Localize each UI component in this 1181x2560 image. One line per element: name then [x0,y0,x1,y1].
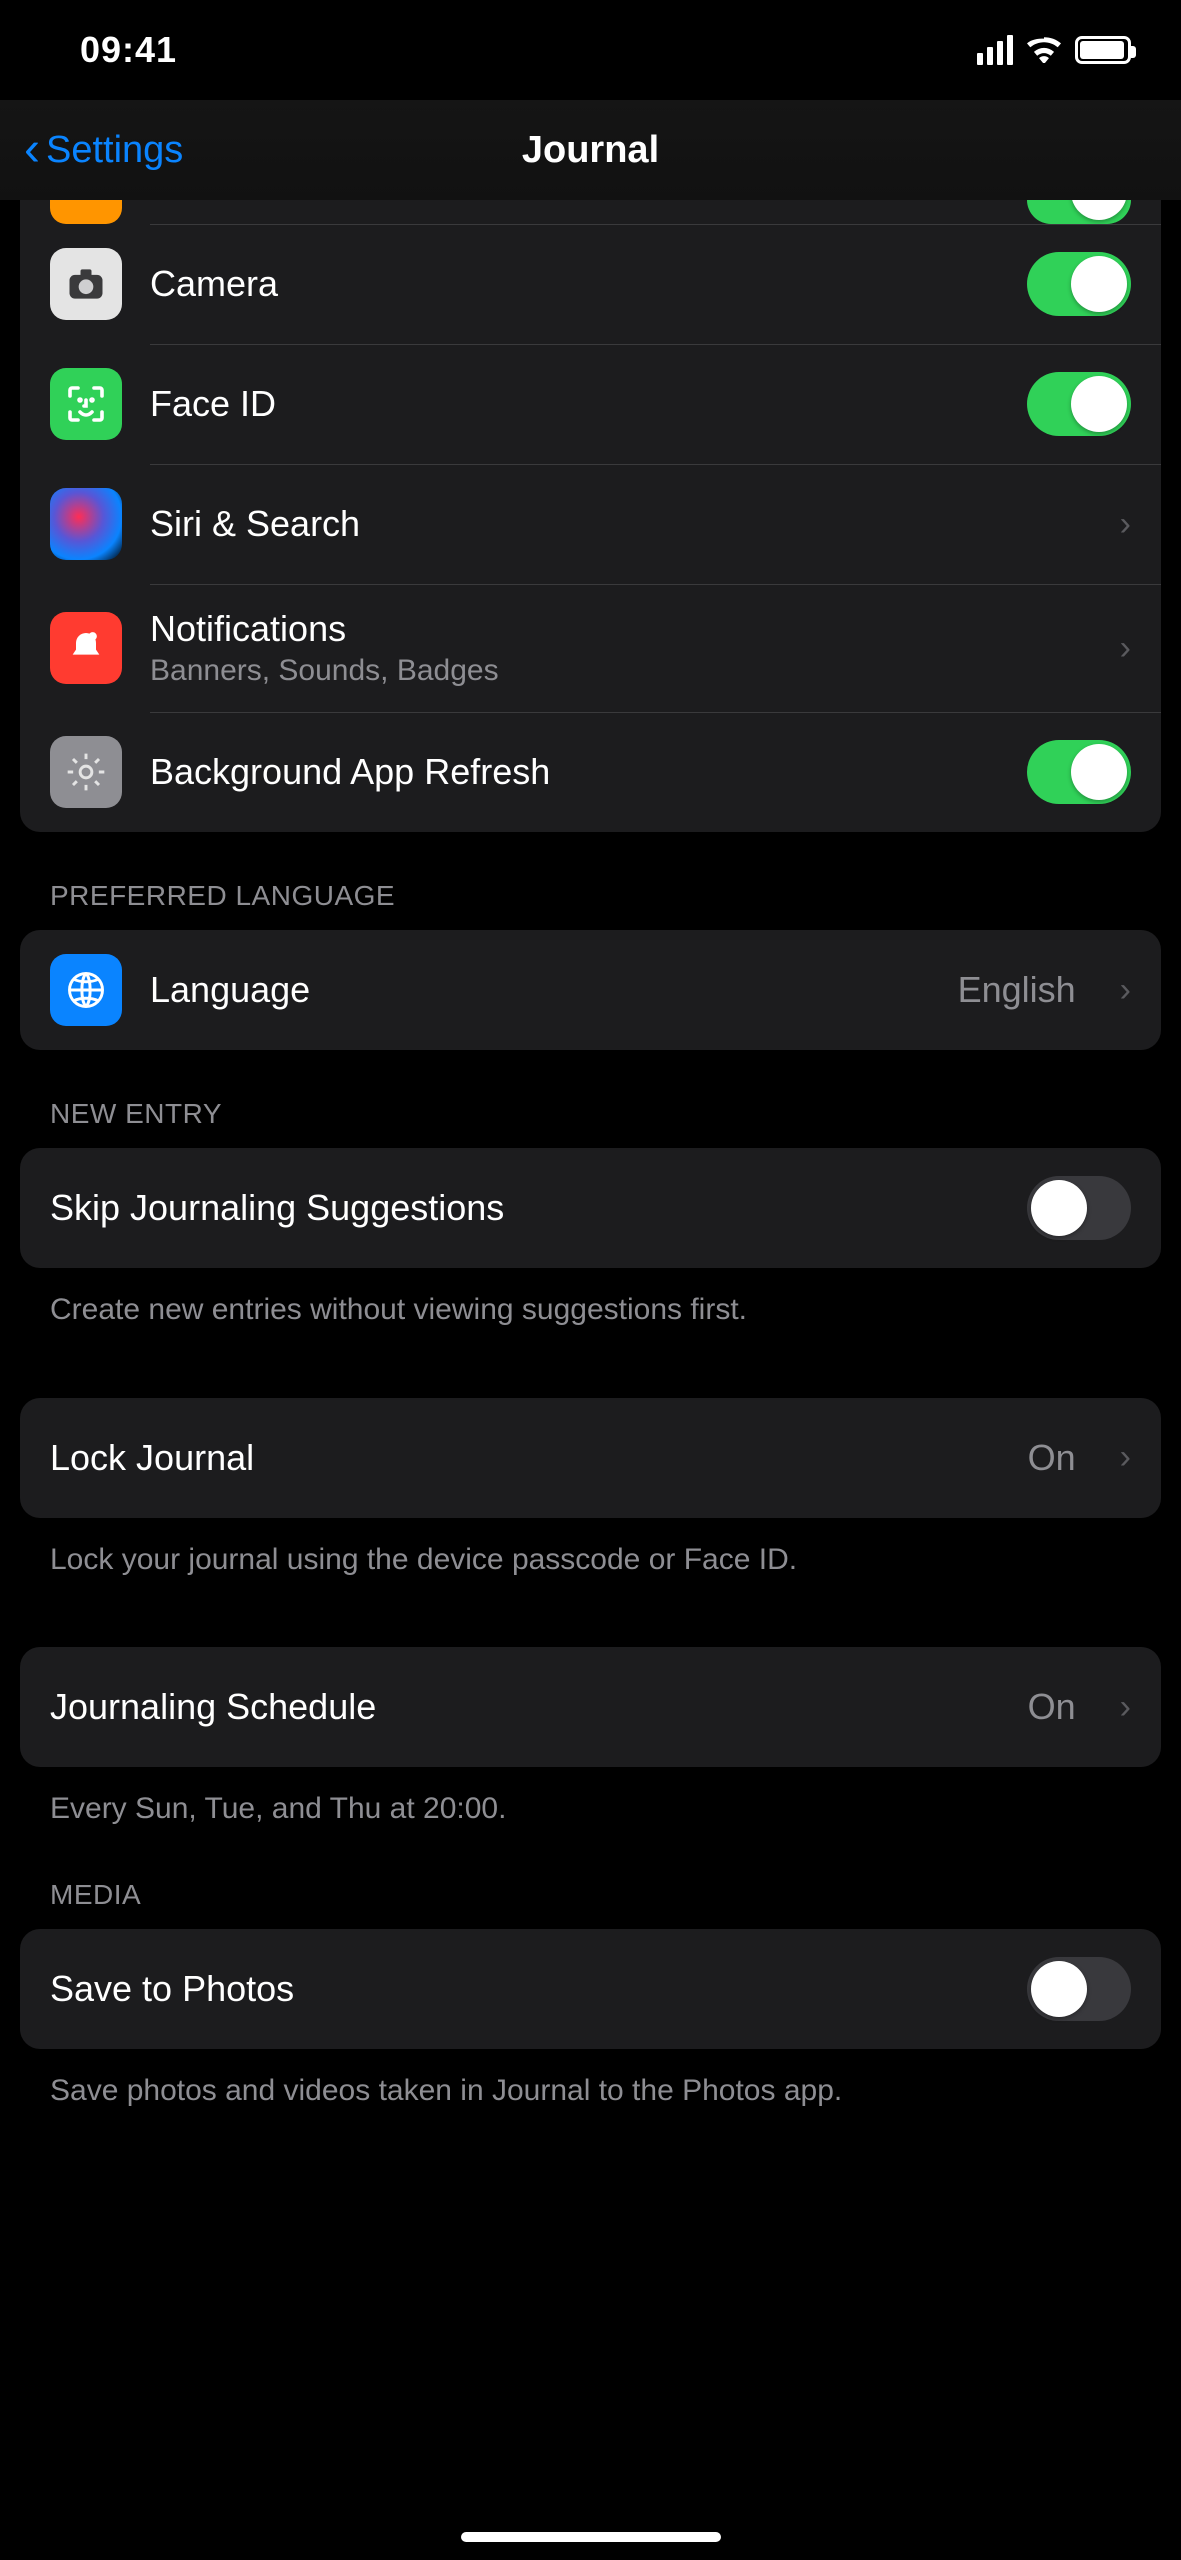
faceid-icon [50,368,122,440]
section-footer: Lock your journal using the device passc… [20,1518,1161,1582]
row-label: Camera [150,263,999,305]
faceid-toggle[interactable] [1027,372,1131,436]
row-label: Journaling Schedule [50,1686,1000,1728]
siri-icon [50,488,122,560]
row-value: On [1028,1686,1076,1728]
schedule-row[interactable]: Journaling Schedule On › [20,1647,1161,1767]
row-label: Lock Journal [50,1437,1000,1479]
back-label: Settings [46,129,183,172]
status-bar: 09:41 [0,0,1181,100]
globe-icon [50,954,122,1026]
row-sublabel: Banners, Sounds, Badges [150,654,1076,688]
back-button[interactable]: ‹ Settings [24,126,183,174]
battery-icon [1075,36,1131,64]
gear-icon [50,736,122,808]
app-icon [50,200,122,224]
permission-row-cut[interactable] [20,200,1161,224]
camera-row[interactable]: Camera [20,224,1161,344]
row-value: English [958,969,1076,1011]
section-footer: Create new entries without viewing sugge… [20,1268,1161,1332]
chevron-left-icon: ‹ [24,126,40,174]
navigation-bar: ‹ Settings Journal [0,100,1181,200]
row-label: Save to Photos [50,1968,999,2010]
chevron-right-icon: › [1120,971,1131,1010]
toggle-switch[interactable] [1027,200,1131,224]
save-photos-group: Save to Photos [20,1929,1161,2049]
row-label: Notifications [150,608,1076,650]
background-refresh-toggle[interactable] [1027,740,1131,804]
skip-suggestions-toggle[interactable] [1027,1176,1131,1240]
lock-journal-group: Lock Journal On › [20,1398,1161,1518]
section-footer: Every Sun, Tue, and Thu at 20:00. [20,1767,1161,1831]
notifications-icon [50,612,122,684]
faceid-row[interactable]: Face ID [20,344,1161,464]
section-header-new-entry: NEW ENTRY [20,1050,1161,1148]
row-label: Skip Journaling Suggestions [50,1187,999,1229]
page-title: Journal [522,129,659,172]
language-group: Language English › [20,930,1161,1050]
siri-search-row[interactable]: Siri & Search › [20,464,1161,584]
status-indicators [977,35,1131,65]
wifi-icon [1027,37,1061,63]
language-row[interactable]: Language English › [20,930,1161,1050]
camera-icon [50,248,122,320]
skip-suggestions-group: Skip Journaling Suggestions [20,1148,1161,1268]
chevron-right-icon: › [1120,1688,1131,1727]
save-photos-toggle[interactable] [1027,1957,1131,2021]
row-label: Face ID [150,383,999,425]
section-header-language: PREFERRED LANGUAGE [20,832,1161,930]
app-permissions-group: Camera Face ID Siri & Search › Notificat… [20,200,1161,832]
home-indicator[interactable] [461,2532,721,2542]
row-label: Language [150,969,930,1011]
lock-journal-row[interactable]: Lock Journal On › [20,1398,1161,1518]
save-photos-row[interactable]: Save to Photos [20,1929,1161,2049]
status-time: 09:41 [80,29,177,71]
chevron-right-icon: › [1120,505,1131,544]
section-header-media: MEDIA [20,1831,1161,1929]
skip-suggestions-row[interactable]: Skip Journaling Suggestions [20,1148,1161,1268]
row-value: On [1028,1437,1076,1479]
camera-toggle[interactable] [1027,252,1131,316]
chevron-right-icon: › [1120,629,1131,668]
notifications-row[interactable]: Notifications Banners, Sounds, Badges › [20,584,1161,712]
background-refresh-row[interactable]: Background App Refresh [20,712,1161,832]
chevron-right-icon: › [1120,1438,1131,1477]
section-footer: Save photos and videos taken in Journal … [20,2049,1161,2113]
cellular-signal-icon [977,35,1013,65]
row-label: Background App Refresh [150,751,999,793]
schedule-group: Journaling Schedule On › [20,1647,1161,1767]
row-label: Siri & Search [150,503,1076,545]
